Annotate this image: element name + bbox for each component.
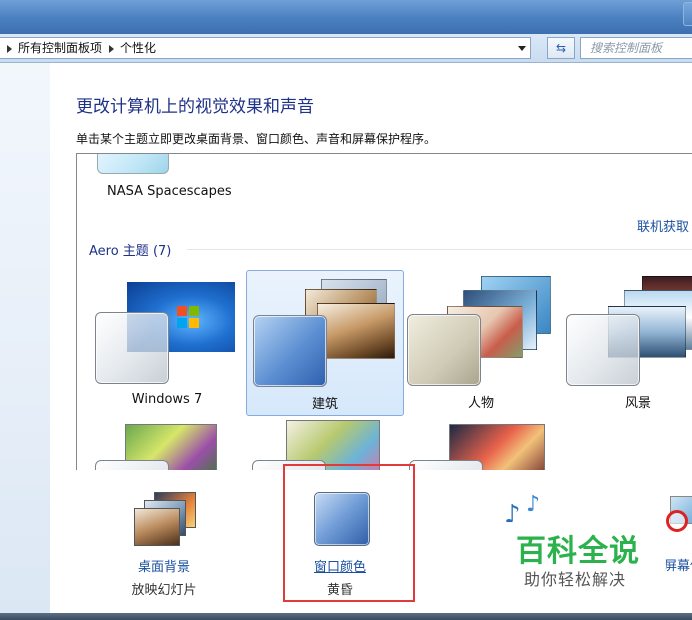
refresh-button[interactable]: ⇆: [547, 37, 575, 59]
group-divider: [187, 249, 692, 250]
desktop-background-setting[interactable]: 桌面背景 放映幻灯片: [104, 492, 224, 598]
window-titlebar: [0, 0, 692, 34]
theme-label: 建筑: [311, 397, 338, 412]
get-more-themes-online-link[interactable]: 联机获取: [637, 216, 689, 235]
address-toolbar: 所有控制面板项 个性化 ⇆ 搜索控制面板: [0, 34, 692, 63]
page-title: 更改计算机上的视觉效果和声音: [76, 97, 314, 117]
window-color-swatch: [566, 314, 640, 386]
window-control-button[interactable]: [683, 2, 692, 26]
theme-characters[interactable]: 人物: [403, 270, 559, 414]
window-color-swatch: [95, 312, 169, 384]
highlight-box: [283, 464, 415, 602]
breadcrumb-arrow-icon[interactable]: [109, 44, 115, 53]
refresh-icon: ⇆: [555, 41, 567, 55]
window-color-swatch: [407, 314, 481, 386]
theme-row2-item-1[interactable]: [95, 420, 235, 470]
breadcrumb-personalization[interactable]: 个性化: [120, 38, 156, 58]
theme-landscapes[interactable]: 风景: [560, 270, 692, 414]
windows-logo-part: [189, 306, 199, 316]
breadcrumb-all-control-panel[interactable]: 所有控制面板项: [18, 38, 102, 58]
desktop-background-value: 放映幻灯片: [131, 583, 197, 598]
desktop-background-link[interactable]: 桌面背景: [104, 556, 224, 575]
address-dropdown-icon[interactable]: [518, 46, 526, 51]
window-color-swatch: [253, 315, 327, 387]
left-navigation-pane: [0, 63, 50, 613]
aero-themes-group-header: Aero 主题 (7): [89, 244, 172, 259]
theme-label: 人物: [467, 396, 494, 411]
address-bar[interactable]: 所有控制面板项 个性化: [0, 37, 531, 59]
theme-architecture[interactable]: 建筑: [246, 270, 404, 416]
theme-label: Windows 7: [131, 392, 203, 407]
theme-row2-item-3[interactable]: [409, 420, 549, 470]
windows-logo-icon: [177, 306, 187, 316]
windows-logo-part: [189, 318, 199, 328]
theme-label: 风景: [624, 396, 651, 411]
theme-label-nasa[interactable]: NASA Spacescapes: [107, 184, 232, 199]
breadcrumb-arrow-icon[interactable]: [7, 44, 12, 53]
theme-list[interactable]: NASA Spacescapes 联机获取 Aero 主题 (7) Window…: [76, 153, 692, 471]
watermark: 百科全说 助你轻松解决: [494, 522, 666, 594]
page-description: 单击某个主题立即更改桌面背景、窗口颜色、声音和屏幕保护程序。: [76, 132, 437, 146]
screensaver-icon[interactable]: [664, 496, 692, 540]
windows-logo-part: [177, 318, 187, 328]
theme-thumbnail-nasa[interactable]: [97, 154, 169, 174]
desktop-background-icon: [132, 492, 196, 548]
watermark-subtitle: 助你轻松解决: [524, 570, 627, 589]
watermark-title: 百科全说: [516, 534, 640, 569]
theme-windows7[interactable]: Windows 7: [89, 270, 245, 414]
taskbar-edge: [0, 613, 692, 620]
screensaver-link[interactable]: 屏幕保: [664, 555, 692, 574]
search-input[interactable]: 搜索控制面板: [580, 37, 692, 59]
